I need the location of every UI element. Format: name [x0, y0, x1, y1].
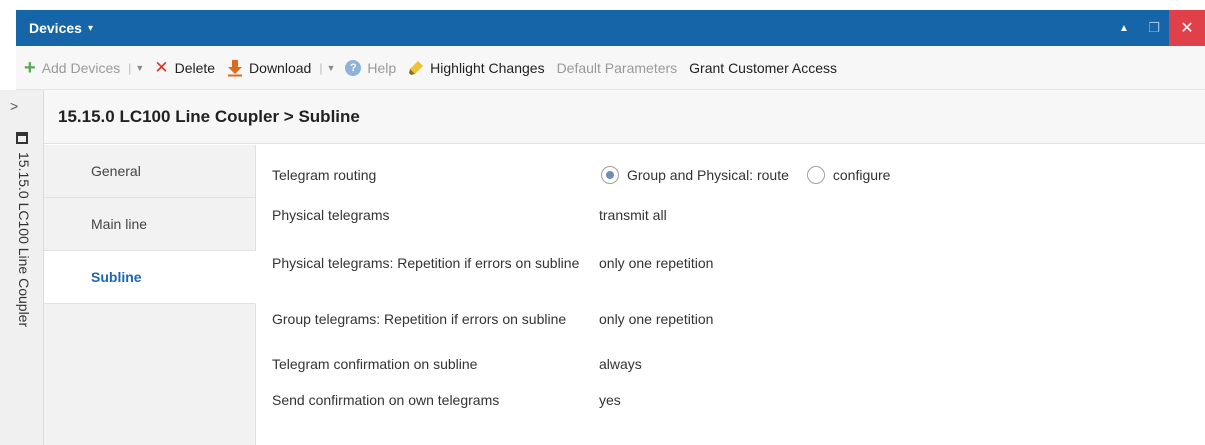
add-devices-dropdown-icon[interactable]: ▼ — [135, 63, 144, 73]
highlighter-icon — [409, 60, 424, 75]
grant-customer-access-button[interactable]: Grant Customer Access — [689, 60, 837, 76]
page-header: 15.15.0 LC100 Line Coupler > Subline — [44, 90, 1205, 144]
toolbar-separator: | — [128, 60, 132, 75]
delete-button[interactable]: ✕ Delete — [154, 59, 215, 76]
param-label: Physical telegrams: Repetition if errors… — [272, 255, 580, 271]
delete-x-icon: ✕ — [154, 58, 169, 77]
download-button[interactable]: Download — [227, 59, 311, 77]
param-row-telegram-routing: Telegram routing Group and Physical: rou… — [256, 165, 1205, 185]
download-dropdown-icon[interactable]: ▼ — [326, 63, 335, 73]
param-label: Send confirmation on own telegrams — [272, 392, 500, 408]
param-value[interactable]: transmit all — [599, 207, 667, 223]
param-label: Group telegrams: Repetition if errors on… — [272, 311, 567, 327]
default-parameters-button[interactable]: Default Parameters — [557, 60, 678, 76]
add-devices-button[interactable]: + Add Devices — [24, 58, 120, 78]
download-arrow-icon — [228, 59, 243, 76]
help-icon: ? — [345, 59, 362, 76]
param-row-telegram-confirmation: Telegram confirmation on subline always — [256, 354, 1205, 374]
restore-button[interactable]: ❐ — [1139, 10, 1169, 46]
tab-general[interactable]: General — [44, 145, 255, 198]
help-button[interactable]: ? Help — [345, 59, 397, 76]
param-label: Telegram confirmation on subline — [272, 356, 478, 372]
radio-button-checked[interactable] — [601, 166, 619, 184]
delete-label: Delete — [174, 59, 216, 76]
window-titlebar: Devices ▾ ▲ ❐ ✕ — [16, 10, 1205, 46]
help-label: Help — [367, 59, 397, 76]
add-devices-label: Add Devices — [41, 59, 121, 76]
radio-button[interactable] — [806, 166, 825, 184]
expand-panel-icon[interactable]: > — [10, 98, 18, 114]
tab-main-line[interactable]: Main line — [44, 198, 255, 251]
param-value[interactable]: only one repetition — [599, 255, 713, 271]
radio-option-configure[interactable]: configure — [806, 166, 891, 184]
highlight-changes-label: Highlight Changes — [430, 59, 545, 76]
highlight-changes-button[interactable]: Highlight Changes — [408, 59, 545, 76]
breadcrumb: 15.15.0 LC100 Line Coupler > Subline — [58, 106, 360, 126]
param-value[interactable]: only one repetition — [599, 311, 713, 327]
toolbar: + Add Devices | ▼ ✕ Delete Download | ▼ … — [16, 46, 1205, 90]
download-label: Download — [249, 59, 312, 76]
collapse-button[interactable]: ▲ — [1109, 10, 1139, 46]
close-button[interactable]: ✕ — [1169, 10, 1205, 46]
device-icon — [16, 132, 28, 144]
parameter-nav: General Main line Subline — [44, 145, 256, 445]
window-controls: ▲ ❐ ✕ — [1109, 10, 1205, 46]
chevron-down-icon: ▾ — [87, 22, 93, 34]
radio-label: Group and Physical: route — [627, 167, 789, 183]
window-title: Devices — [29, 20, 82, 36]
toolbar-separator: | — [319, 60, 323, 75]
param-row-group-repetition: Group telegrams: Repetition if errors on… — [256, 301, 1205, 337]
param-label: Physical telegrams — [272, 207, 390, 223]
telegram-routing-radio-group: Group and Physical: route configure — [601, 166, 900, 184]
radio-option-route[interactable]: Group and Physical: route — [601, 166, 789, 184]
tab-subline[interactable]: Subline — [44, 251, 256, 304]
collapsed-device-panel: > 15.15.0 LC100 Line Coupler — [0, 90, 44, 445]
param-label: Telegram routing — [272, 167, 377, 183]
param-row-physical-telegrams: Physical telegrams transmit all — [256, 205, 1205, 225]
param-value[interactable]: yes — [599, 392, 621, 408]
radio-label: configure — [832, 167, 891, 183]
param-row-physical-repetition: Physical telegrams: Repetition if errors… — [256, 245, 1205, 281]
grant-customer-access-label: Grant Customer Access — [689, 59, 837, 76]
default-parameters-label: Default Parameters — [556, 59, 678, 76]
param-row-send-confirmation: Send confirmation on own telegrams yes — [256, 390, 1205, 410]
plus-icon: + — [24, 56, 36, 79]
devices-menu[interactable]: Devices ▾ — [29, 20, 93, 36]
param-value[interactable]: always — [599, 356, 642, 372]
device-tab-label[interactable]: 15.15.0 LC100 Line Coupler — [16, 152, 32, 327]
